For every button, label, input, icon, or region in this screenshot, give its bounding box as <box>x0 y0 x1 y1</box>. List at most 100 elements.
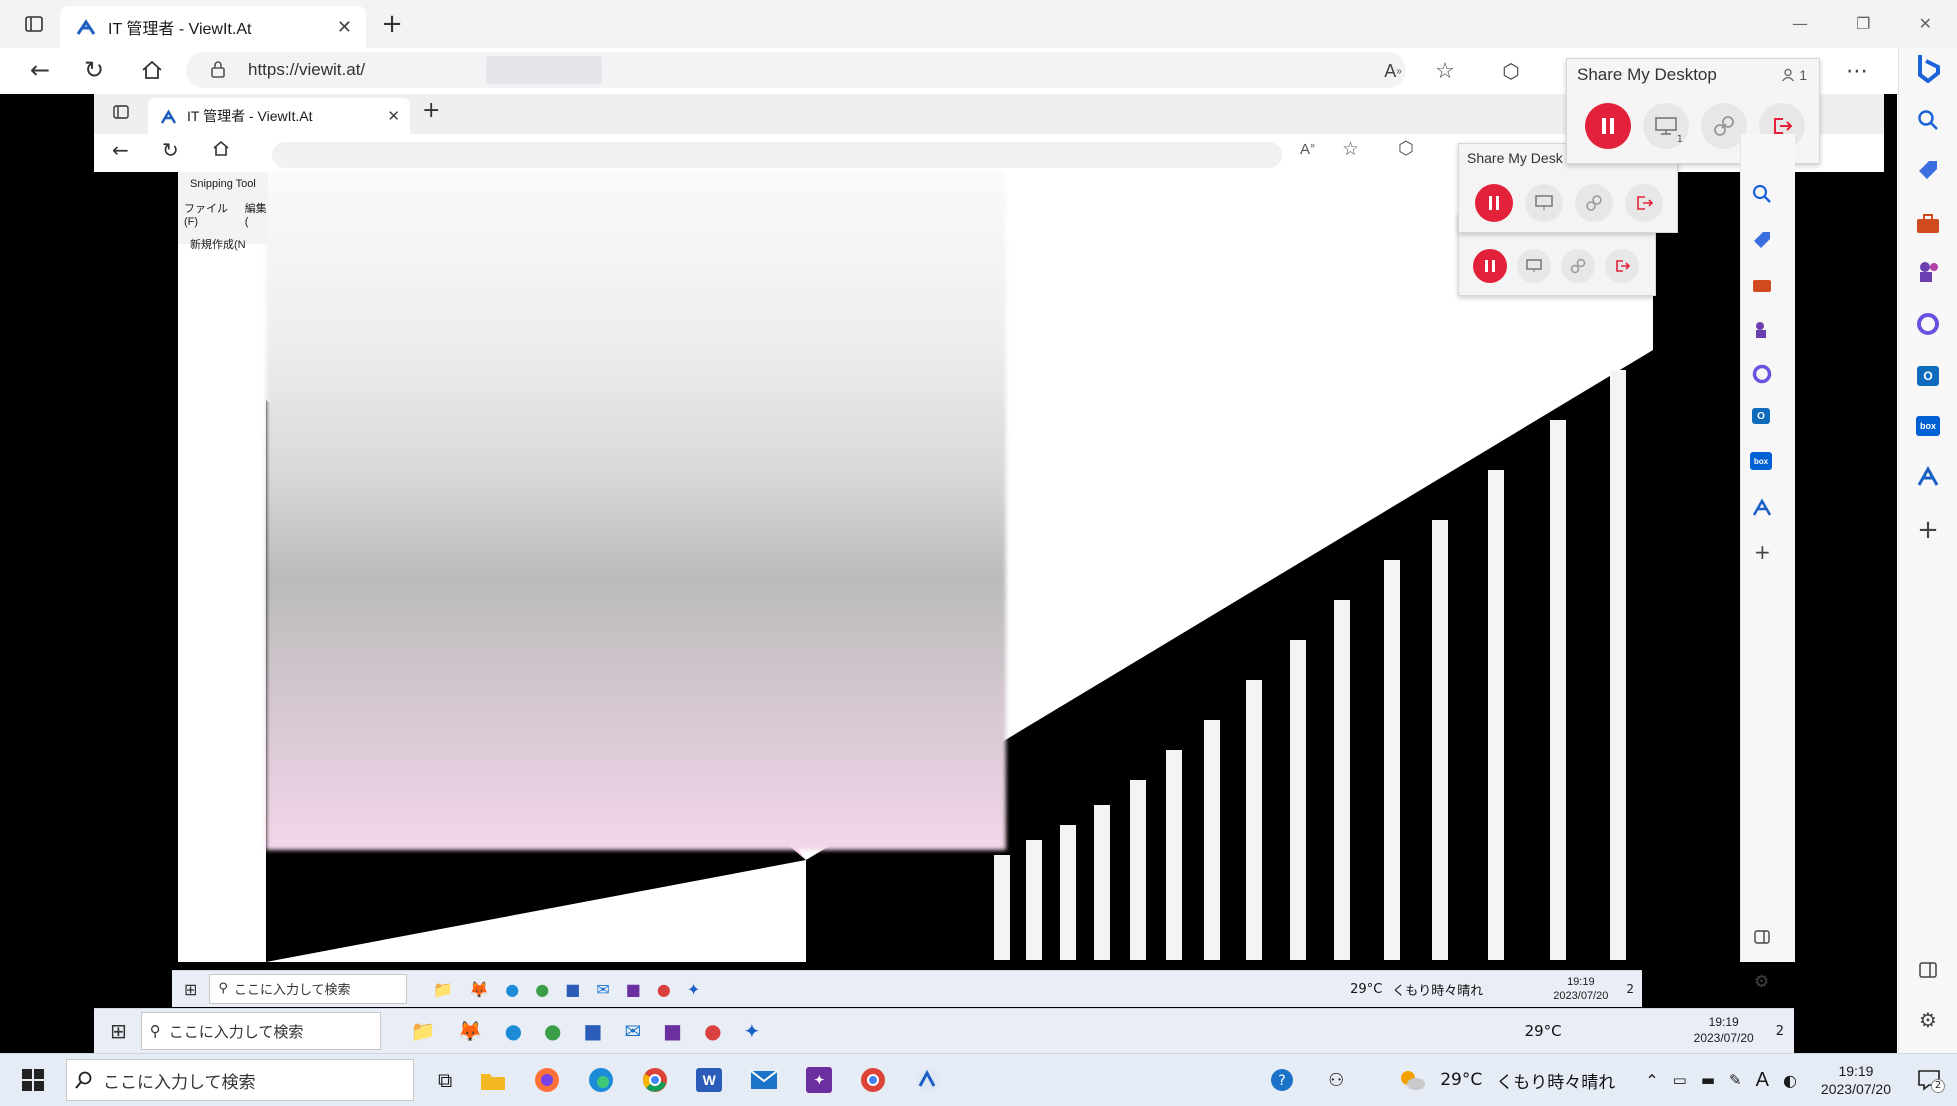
add-icon[interactable]: + <box>1904 510 1952 550</box>
chrome-icon: ● <box>544 1019 562 1043</box>
select-display-button[interactable]: 1 <box>1643 103 1689 149</box>
share-echo-title-2: Share My Desk <box>1467 150 1563 166</box>
snipping-tool-window: Snipping Tool ファイル(F) 編集( 新規作成(N <box>178 172 268 251</box>
network-icon[interactable]: ▭ <box>1673 1071 1687 1089</box>
pause-sharing-button[interactable] <box>1585 103 1631 149</box>
link-icon <box>1714 116 1734 136</box>
notification-count: 2 <box>1931 1079 1945 1093</box>
firefox-icon[interactable] <box>534 1067 560 1093</box>
input-indicator-icon[interactable]: A <box>1756 1069 1769 1092</box>
battery-icon[interactable]: ▬ <box>1701 1071 1715 1089</box>
chrome-icon[interactable] <box>642 1067 668 1093</box>
participant-count-value: 1 <box>1799 67 1807 83</box>
task-view-icon[interactable]: ⧉ <box>438 1068 452 1092</box>
remote-desktop-icon[interactable] <box>914 1067 940 1093</box>
word-icon[interactable]: W <box>696 1068 723 1092</box>
home-button[interactable] <box>134 52 170 88</box>
url-text: https://viewit.at/ <box>248 60 366 79</box>
inner-viewit-icon-2 <box>1752 498 1772 516</box>
browser-tab[interactable]: IT 管理者 - ViewIt.At ✕ <box>60 6 366 48</box>
taskbar-search-box[interactable]: ここに入力して検索 <box>66 1059 414 1101</box>
mail-icon: ✉ <box>596 979 610 999</box>
explorer-icon: 📁 <box>410 1019 436 1043</box>
favorite-star-icon[interactable]: ☆ <box>1430 56 1460 86</box>
more-menu-icon[interactable]: ⋯ <box>1842 56 1872 86</box>
back-button[interactable]: ← <box>22 52 58 88</box>
mail-icon[interactable] <box>750 1069 778 1091</box>
minimize-button[interactable]: — <box>1792 14 1808 33</box>
notification-icon: 2 <box>1775 1023 1784 1039</box>
search-icon <box>75 1071 93 1089</box>
pause-icon <box>1473 249 1507 283</box>
display-count: 1 <box>1676 134 1683 145</box>
inner-tray-1: 29°C くもり時々晴れ 19:19 2023/07/20 2 <box>1350 975 1642 1004</box>
tab-actions-icon[interactable] <box>18 10 50 38</box>
weather-icon[interactable] <box>1398 1068 1426 1092</box>
chrome-profile-icon: ● <box>704 1019 722 1043</box>
monitor-icon <box>1517 249 1551 283</box>
office-icon[interactable] <box>1904 304 1952 344</box>
taskbar-apps: ⧉ W ✦ <box>438 1067 940 1093</box>
inner-taskbar-1: ⊞ ⚲ ここに入力して検索 📁 🦊 ● ● ■ ✉ ■ ● ✦ 29°C くもり時々晴れ 19:… <box>172 970 1642 1007</box>
link-icon <box>1561 249 1595 283</box>
outlook-icon[interactable]: O <box>1904 356 1952 396</box>
hide-sidebar-icon[interactable] <box>1904 950 1952 990</box>
ime-icon[interactable]: ◐ <box>1783 1071 1797 1090</box>
people-icon[interactable]: ⚇ <box>1328 1070 1344 1091</box>
toolbox-icon[interactable] <box>1904 204 1952 244</box>
chevron-up-icon[interactable]: ⌃ <box>1645 1071 1658 1090</box>
inner-taskbar-2: ⊞ ⚲ ここに入力して検索 📁 🦊 ● ● ■ ✉ ■ ● ✦ 29°C 19:19 2023/0… <box>94 1008 1794 1053</box>
games-icon[interactable] <box>1904 252 1952 292</box>
tag-icon[interactable] <box>1904 150 1952 190</box>
restore-button[interactable]: ❐ <box>1856 14 1870 33</box>
inner-outlook-icon: O <box>1752 408 1770 424</box>
inner-search-icon <box>1752 184 1772 204</box>
inner-new-tab-icon: + <box>422 98 441 123</box>
clock-time: 19:19 <box>1838 1062 1874 1079</box>
inner-read-aloud-icon: A» <box>1300 140 1316 158</box>
blurred-redaction-panel <box>266 172 1006 850</box>
box-icon[interactable]: box <box>1904 406 1952 446</box>
inner-settings-icon: ⚙ <box>1754 972 1770 992</box>
windows-icon <box>22 1069 44 1091</box>
new-tab-button[interactable]: + <box>378 9 406 39</box>
viewit-sidebar-icon[interactable] <box>1904 456 1952 496</box>
settings-gear-icon[interactable]: ⚙ <box>1904 1000 1952 1040</box>
file-explorer-icon[interactable] <box>480 1069 506 1091</box>
search-placeholder: ここに入力して検索 <box>103 1072 256 1093</box>
close-window-button[interactable]: ✕ <box>1919 14 1932 33</box>
notification-icon[interactable]: 2 <box>1917 1069 1945 1093</box>
extensions-icon[interactable]: ⬡ <box>1496 56 1526 86</box>
inner-tab-title: IT 管理者 - ViewIt.At <box>187 108 313 124</box>
pen-icon[interactable]: ✎ <box>1729 1071 1742 1089</box>
viewit-icon <box>76 18 96 36</box>
clock-date: 2023/07/20 <box>1820 1081 1891 1097</box>
inner-extensions-icon: ⬡ <box>1398 138 1414 159</box>
tab-title: IT 管理者 - ViewIt.At <box>108 21 252 38</box>
tab-close-icon[interactable]: ✕ <box>337 17 352 38</box>
edge-icon[interactable] <box>588 1067 614 1093</box>
chrome-profile-icon: ● <box>656 979 671 999</box>
chrome-profile-icon[interactable] <box>860 1067 886 1093</box>
word-icon: ■ <box>583 1019 603 1043</box>
viewit-app-icon: ■ <box>663 1019 683 1043</box>
viewit-app-icon[interactable]: ✦ <box>806 1067 833 1093</box>
clock[interactable]: 19:19 2023/07/20 <box>1821 1062 1891 1098</box>
start-button[interactable] <box>22 1069 44 1091</box>
inner-back-icon: ← <box>112 138 129 162</box>
address-bar[interactable]: https://viewit.at/ <box>186 52 1406 88</box>
inner-add-icon: + <box>1754 540 1771 564</box>
viewit-app-icon: ■ <box>625 979 641 999</box>
refresh-button[interactable]: ↻ <box>76 52 112 88</box>
search-icon: ⚲ <box>149 1022 161 1040</box>
bing-icon[interactable] <box>1904 48 1952 88</box>
read-aloud-icon[interactable]: A» <box>1378 56 1408 86</box>
monitor-icon <box>1525 184 1563 222</box>
firefox-icon: 🦊 <box>469 979 490 999</box>
lock-icon <box>210 60 226 78</box>
start-icon: ⊞ <box>110 1019 127 1043</box>
help-icon[interactable]: ? <box>1270 1068 1294 1092</box>
weather-text: くもり時々晴れ <box>1496 1072 1616 1093</box>
search-icon[interactable] <box>1904 100 1952 140</box>
start-icon: ⊞ <box>184 979 198 999</box>
